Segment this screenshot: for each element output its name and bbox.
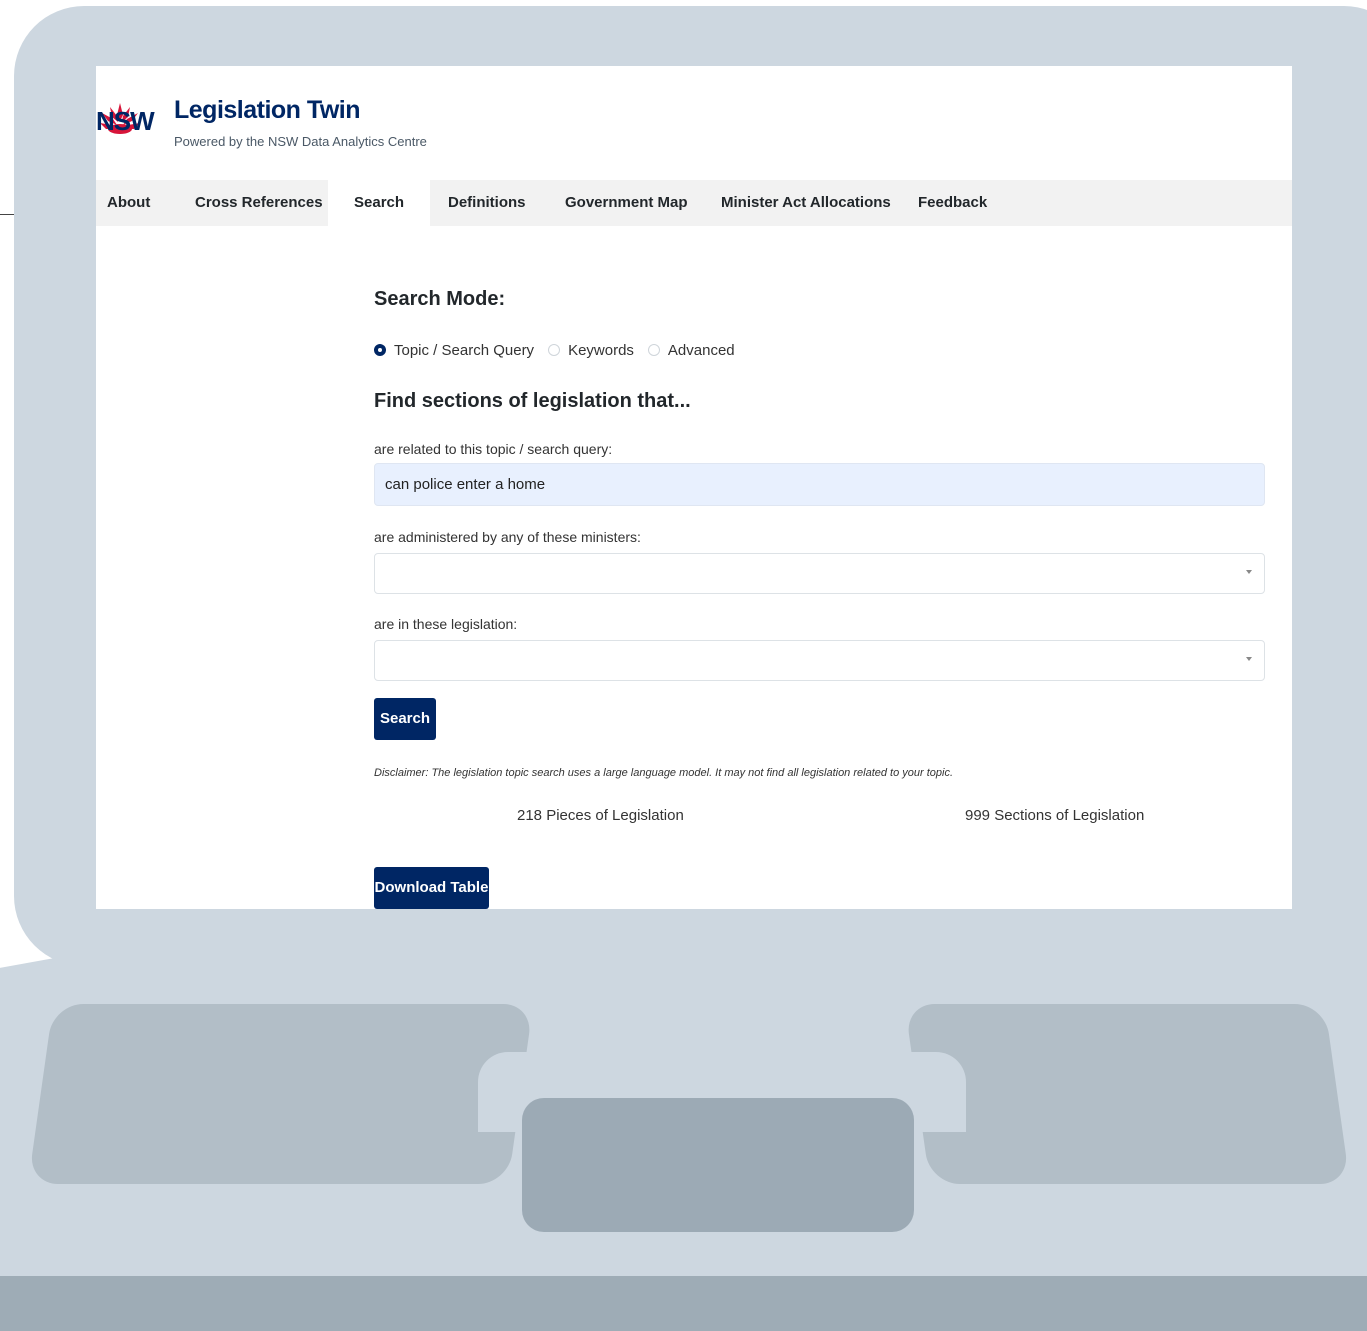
disclaimer-text: Disclaimer: The legislation topic search… [374, 767, 954, 779]
radio-label: Advanced [667, 341, 735, 359]
sections-count: 999 Sections of Legislation [965, 807, 1145, 824]
download-table-button[interactable]: Download Table [374, 867, 489, 909]
radio-checked-icon[interactable] [374, 344, 386, 356]
search-mode-heading: Search Mode: [374, 288, 506, 310]
radio-label: Keywords [568, 341, 634, 359]
laptop-keyboard-right [904, 1004, 1350, 1184]
legislation-label: are in these legislation: [374, 616, 518, 632]
search-button[interactable]: Search [374, 698, 436, 740]
radio-topic-search-query[interactable]: Topic / Search Query [374, 342, 534, 359]
radio-label: Topic / Search Query [394, 341, 535, 359]
app-screen: NSW Legislation Twin Powered by the NSW … [96, 66, 1292, 909]
pieces-count: 218 Pieces of Legislation [517, 807, 684, 824]
legislation-select[interactable] [374, 640, 1265, 681]
chevron-down-icon [1246, 570, 1252, 574]
radio-keywords[interactable]: Keywords [548, 342, 634, 359]
divider-line [0, 214, 14, 215]
ministers-select[interactable] [374, 553, 1265, 594]
radio-unchecked-icon[interactable] [647, 344, 660, 356]
laptop-trackpad [522, 1098, 914, 1232]
laptop-base-edge [0, 1276, 1367, 1331]
search-query-input[interactable] [374, 463, 1265, 506]
tab-cross-references[interactable]: Cross References [195, 180, 323, 226]
radio-advanced[interactable]: Advanced [647, 341, 735, 359]
tab-about[interactable]: About [107, 180, 150, 226]
app-title: Legislation Twin [174, 96, 360, 124]
radio-unchecked-icon[interactable] [548, 344, 561, 356]
laptop-keyboard-left [28, 1004, 534, 1184]
search-mode-radio-group: Topic / Search Query Keywords Advanced [374, 340, 749, 360]
ministers-label: are administered by any of these ministe… [374, 529, 641, 545]
find-sections-heading: Find sections of legislation that... [374, 390, 691, 412]
chevron-down-icon [1246, 657, 1252, 661]
query-label: are related to this topic / search query… [374, 441, 613, 457]
nsw-logo-text: NSW [96, 106, 155, 136]
search-form: Search Mode: Topic / Search Query Keywor… [374, 66, 1265, 909]
